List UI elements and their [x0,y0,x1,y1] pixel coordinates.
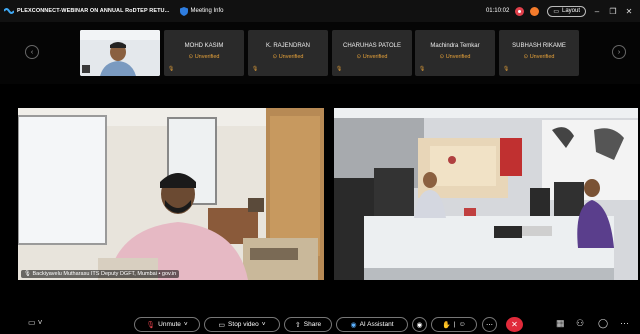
stop-video-button[interactable]: ▭ Stop video ˅ [204,317,280,332]
reactions-button[interactable]: ✋ | ☺ [431,317,477,332]
minimize-icon[interactable]: – [592,7,602,16]
camera-icon: ▭ [218,321,226,329]
main-video-right[interactable] [334,108,638,280]
meeting-info-button[interactable]: Meeting Info [179,6,224,16]
mic-muted-icon: 🎙 [419,66,426,72]
recording-icon[interactable] [515,6,525,16]
participant-status: ⊙ Unverified [523,54,555,60]
chevron-down-icon: ˅ [183,321,188,328]
meeting-controls: ▭ ˅ 🎙 Unmute ˅ ▭ Stop video ˅ ⇧ Share ◉ … [0,314,640,334]
meeting-title: PLEXCONNECT-WEBINAR ON ANNUAL RoDTEP RET… [17,8,170,14]
speaker-name-tag: 🎙 Backiyavelu Mutharasu ITS Deputy DGFT,… [21,270,180,278]
mic-muted-icon: 🎙 [168,66,175,72]
conference-room-video-image [334,108,638,280]
participant-name: SUBHASH RIKAME [512,43,566,49]
layout-grid-icon: ▭ [553,8,559,15]
participant-name: CHARUHAS PATOLE [342,43,401,49]
participant-tile[interactable]: CHARUHAS PATOLE ⊙ Unverified 🎙 [332,30,412,76]
end-call-button[interactable]: ✕ [506,317,523,332]
apps-icon[interactable]: ▦ [556,318,565,329]
main-video-left[interactable]: 🎙 Backiyavelu Mutharasu ITS Deputy DGFT,… [18,108,324,280]
record-button[interactable]: ◉ [412,317,427,332]
mic-muted-icon: 🎙 [252,66,259,72]
more-options-button[interactable]: ⋯ [482,317,497,332]
participant-status: ⊙ Unverified [439,54,471,60]
captions-icon[interactable]: ▭ ˅ [28,318,42,327]
meeting-timer: 01:10:02 [485,8,510,14]
webex-logo-icon [4,6,14,16]
mic-muted-icon: 🎙 [503,66,510,72]
scroll-right-icon[interactable]: › [612,45,626,59]
participant-name: Machindra Temkar [430,43,480,49]
mic-muted-icon: 🎙 [336,66,343,72]
unmute-button[interactable]: 🎙 Unmute ˅ [134,317,200,332]
participant-tile[interactable]: MOHD KASIM ⊙ Unverified 🎙 [164,30,244,76]
participant-name: MOHD KASIM [184,43,224,49]
participants-icon[interactable]: ⚇ [576,318,584,329]
speaker-video-image [18,108,324,280]
restore-icon[interactable]: ❐ [608,7,618,16]
smiley-icon: ☺ [458,321,466,328]
more-icon[interactable]: ⋯ [620,318,629,329]
ai-assistant-icon: ◉ [350,321,357,329]
participant-tile[interactable]: SUBHASH RIKAME ⊙ Unverified 🎙 [499,30,579,76]
raise-hand-icon: ✋ [442,321,451,329]
shield-icon [179,6,188,16]
record-icon: ◉ [416,321,423,329]
layout-button[interactable]: ▭ Layout [547,5,586,17]
participant-status: ⊙ Unverified [188,54,220,60]
participant-status: ⊙ Unverified [356,54,388,60]
close-icon[interactable]: ✕ [624,7,634,16]
chevron-down-icon: ˅ [261,321,266,328]
ai-assistant-button[interactable]: ◉ AI Assistant [336,317,408,332]
participant-tile[interactable]: K. RAJENDRAN ⊙ Unverified 🎙 [248,30,328,76]
alert-icon[interactable] [530,6,540,16]
participant-video-image [80,30,160,76]
meeting-info-label: Meeting Info [190,8,224,14]
separator: | [453,321,456,328]
mic-icon: 🎙 [24,271,31,277]
participant-name: K. RAJENDRAN [265,43,310,49]
share-button[interactable]: ⇧ Share [284,317,332,332]
participant-video-thumbnail[interactable] [80,30,160,76]
close-icon: ✕ [511,320,518,329]
title-bar: PLEXCONNECT-WEBINAR ON ANNUAL RoDTEP RET… [0,0,640,22]
participant-status: ⊙ Unverified [272,54,304,60]
mic-off-icon: 🎙 [146,321,156,329]
chat-icon[interactable]: ◯ [598,318,608,329]
participant-tile[interactable]: Machindra Temkar ⊙ Unverified 🎙 [415,30,495,76]
participant-strip: ‹ MOHD KASIM ⊙ Unverified 🎙 K. RAJENDRAN… [0,22,640,84]
more-icon: ⋯ [486,321,493,329]
layout-label: Layout [561,8,580,14]
scroll-left-icon[interactable]: ‹ [25,45,39,59]
share-icon: ⇧ [294,321,301,329]
